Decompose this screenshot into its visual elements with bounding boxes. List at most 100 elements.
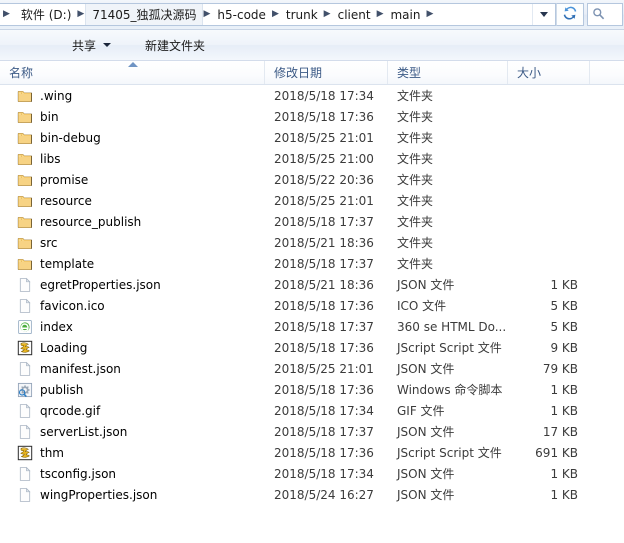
file-name-cell[interactable]: publish	[0, 382, 265, 398]
file-name-cell[interactable]: .wing	[0, 88, 265, 104]
file-row[interactable]: resource 2018/5/25 21:01 文件夹	[0, 190, 624, 211]
file-row[interactable]: promise 2018/5/22 20:36 文件夹	[0, 169, 624, 190]
file-name-cell[interactable]: src	[0, 235, 265, 251]
file-name-cell[interactable]: thm	[0, 445, 265, 461]
file-size-cell: 5 KB	[550, 298, 578, 313]
file-row[interactable]: tsconfig.json 2018/5/18 17:34 JSON 文件 1 KB	[0, 463, 624, 484]
file-name-cell[interactable]: bin-debug	[0, 130, 265, 146]
file-size-cell: 1 KB	[550, 277, 578, 292]
file-type-cell: 文件夹	[397, 152, 434, 166]
browser-icon	[17, 319, 33, 335]
file-name-cell[interactable]: manifest.json	[0, 361, 265, 377]
file-name-cell[interactable]: bin	[0, 109, 265, 125]
address-bar: ▶ 软件 (D:) ▶ 71405_独孤决源码 ▶ h5-code ▶ trunk ▶ clien…	[0, 0, 624, 30]
file-name-cell[interactable]: serverList.json	[0, 424, 265, 440]
file-name-cell[interactable]: qrcode.gif	[0, 403, 265, 419]
column-header-date[interactable]: 修改日期	[265, 61, 388, 84]
file-row[interactable]: egretProperties.json 2018/5/21 18:36 JSON …	[0, 274, 624, 295]
file-type-cell: ICO 文件	[397, 299, 447, 313]
search-icon	[592, 7, 605, 23]
file-row[interactable]: wingProperties.json 2018/5/24 16:27 JSON 文…	[0, 484, 624, 505]
file-row[interactable]: serverList.json 2018/5/18 17:37 JSON 文件 17 …	[0, 421, 624, 442]
file-row[interactable]: bin 2018/5/18 17:36 文件夹	[0, 106, 624, 127]
breadcrumb-separator[interactable]: ▶	[1, 10, 11, 19]
breadcrumb-separator[interactable]: ▶	[323, 10, 332, 19]
breadcrumb-separator[interactable]: ▶	[271, 10, 280, 19]
breadcrumb-separator[interactable]: ▶	[425, 10, 434, 19]
folder-icon	[17, 130, 33, 146]
file-row[interactable]: Loading 2018/5/18 17:36 JScript Script 文件 9…	[0, 337, 624, 358]
share-button[interactable]: 共享	[63, 33, 120, 58]
file-name-label: libs	[40, 151, 61, 166]
file-type-cell: JSON 文件	[397, 488, 455, 502]
folder-icon	[17, 151, 33, 167]
breadcrumb-separator[interactable]: ▶	[76, 10, 85, 19]
breadcrumb-item[interactable]: client	[332, 4, 376, 25]
file-type-cell: 文件夹	[397, 215, 434, 229]
file-rows: .wing 2018/5/18 17:34 文件夹 bin 2018/5/18 17:3…	[0, 85, 624, 505]
breadcrumb-separator[interactable]: ▶	[376, 10, 385, 19]
file-date-cell: 2018/5/18 17:34	[274, 88, 374, 103]
file-row[interactable]: resource_publish 2018/5/18 17:37 文件夹	[0, 211, 624, 232]
file-type-cell: JSON 文件	[397, 278, 455, 292]
folder-icon	[17, 256, 33, 272]
file-name-cell[interactable]: favicon.ico	[0, 298, 265, 314]
breadcrumb-separator[interactable]: ▶	[203, 10, 212, 19]
file-row[interactable]: manifest.json 2018/5/25 21:01 JSON 文件 79 KB	[0, 358, 624, 379]
file-name-label: index	[40, 319, 73, 334]
refresh-button[interactable]	[556, 3, 584, 26]
file-row[interactable]: .wing 2018/5/18 17:34 文件夹	[0, 85, 624, 106]
file-name-cell[interactable]: Loading	[0, 340, 265, 356]
breadcrumb-item[interactable]: trunk	[280, 4, 323, 25]
file-type-cell: 文件夹	[397, 257, 434, 271]
file-name-cell[interactable]: libs	[0, 151, 265, 167]
file-name-cell[interactable]: tsconfig.json	[0, 466, 265, 482]
breadcrumb-item[interactable]: 71405_独孤决源码	[85, 4, 203, 25]
file-row[interactable]: bin-debug 2018/5/25 21:01 文件夹	[0, 127, 624, 148]
file-row[interactable]: publish 2018/5/18 17:36 Windows 命令脚本 1 KB	[0, 379, 624, 400]
column-header-size[interactable]: 大小	[508, 61, 590, 84]
folder-icon	[17, 193, 33, 209]
folder-icon	[17, 235, 33, 251]
breadcrumb-item[interactable]: h5-code	[211, 4, 271, 25]
file-type-cell: 文件夹	[397, 89, 434, 103]
breadcrumb-item[interactable]: main	[384, 4, 425, 25]
file-date-cell: 2018/5/18 17:37	[274, 256, 374, 271]
file-date-cell: 2018/5/18 17:34	[274, 466, 374, 481]
breadcrumb-item[interactable]: 软件 (D:)	[11, 4, 76, 25]
file-date-cell: 2018/5/25 21:00	[274, 151, 374, 166]
file-type-cell: 文件夹	[397, 236, 434, 250]
search-input[interactable]	[587, 3, 623, 26]
share-label: 共享	[72, 38, 97, 53]
file-row[interactable]: qrcode.gif 2018/5/18 17:34 GIF 文件 1 KB	[0, 400, 624, 421]
file-row[interactable]: src 2018/5/21 18:36 文件夹	[0, 232, 624, 253]
file-row[interactable]: favicon.ico 2018/5/18 17:36 ICO 文件 5 KB	[0, 295, 624, 316]
address-history-dropdown[interactable]	[532, 4, 555, 25]
file-name-label: src	[40, 235, 58, 250]
file-type-cell: GIF 文件	[397, 404, 445, 418]
file-size-cell: 1 KB	[550, 487, 578, 502]
file-name-cell[interactable]: index	[0, 319, 265, 335]
file-list-view: 名称 修改日期 类型 大小 .wing 2018/5/18 17:34 文件夹 bin…	[0, 61, 624, 542]
file-name-label: manifest.json	[40, 361, 121, 376]
file-name-cell[interactable]: egretProperties.json	[0, 277, 265, 293]
file-name-cell[interactable]: resource_publish	[0, 214, 265, 230]
address-path-box[interactable]: ▶ 软件 (D:) ▶ 71405_独孤决源码 ▶ h5-code ▶ trunk ▶ clien…	[0, 3, 556, 26]
file-size-cell: 17 KB	[542, 424, 578, 439]
file-row[interactable]: index 2018/5/18 17:37 360 se HTML Do... 5 K…	[0, 316, 624, 337]
document-icon	[17, 487, 33, 503]
file-type-cell: 360 se HTML Do...	[397, 319, 507, 334]
file-name-cell[interactable]: promise	[0, 172, 265, 188]
file-type-cell: 文件夹	[397, 110, 434, 124]
file-date-cell: 2018/5/18 17:36	[274, 340, 374, 355]
file-row[interactable]: libs 2018/5/25 21:00 文件夹	[0, 148, 624, 169]
file-name-cell[interactable]: wingProperties.json	[0, 487, 265, 503]
new-folder-button[interactable]: 新建文件夹	[136, 33, 214, 58]
file-type-cell: 文件夹	[397, 173, 434, 187]
file-name-cell[interactable]: resource	[0, 193, 265, 209]
column-header-type[interactable]: 类型	[388, 61, 508, 84]
file-row[interactable]: template 2018/5/18 17:37 文件夹	[0, 253, 624, 274]
file-row[interactable]: thm 2018/5/18 17:36 JScript Script 文件 691 K…	[0, 442, 624, 463]
column-header-name[interactable]: 名称	[0, 61, 265, 84]
file-name-cell[interactable]: template	[0, 256, 265, 272]
